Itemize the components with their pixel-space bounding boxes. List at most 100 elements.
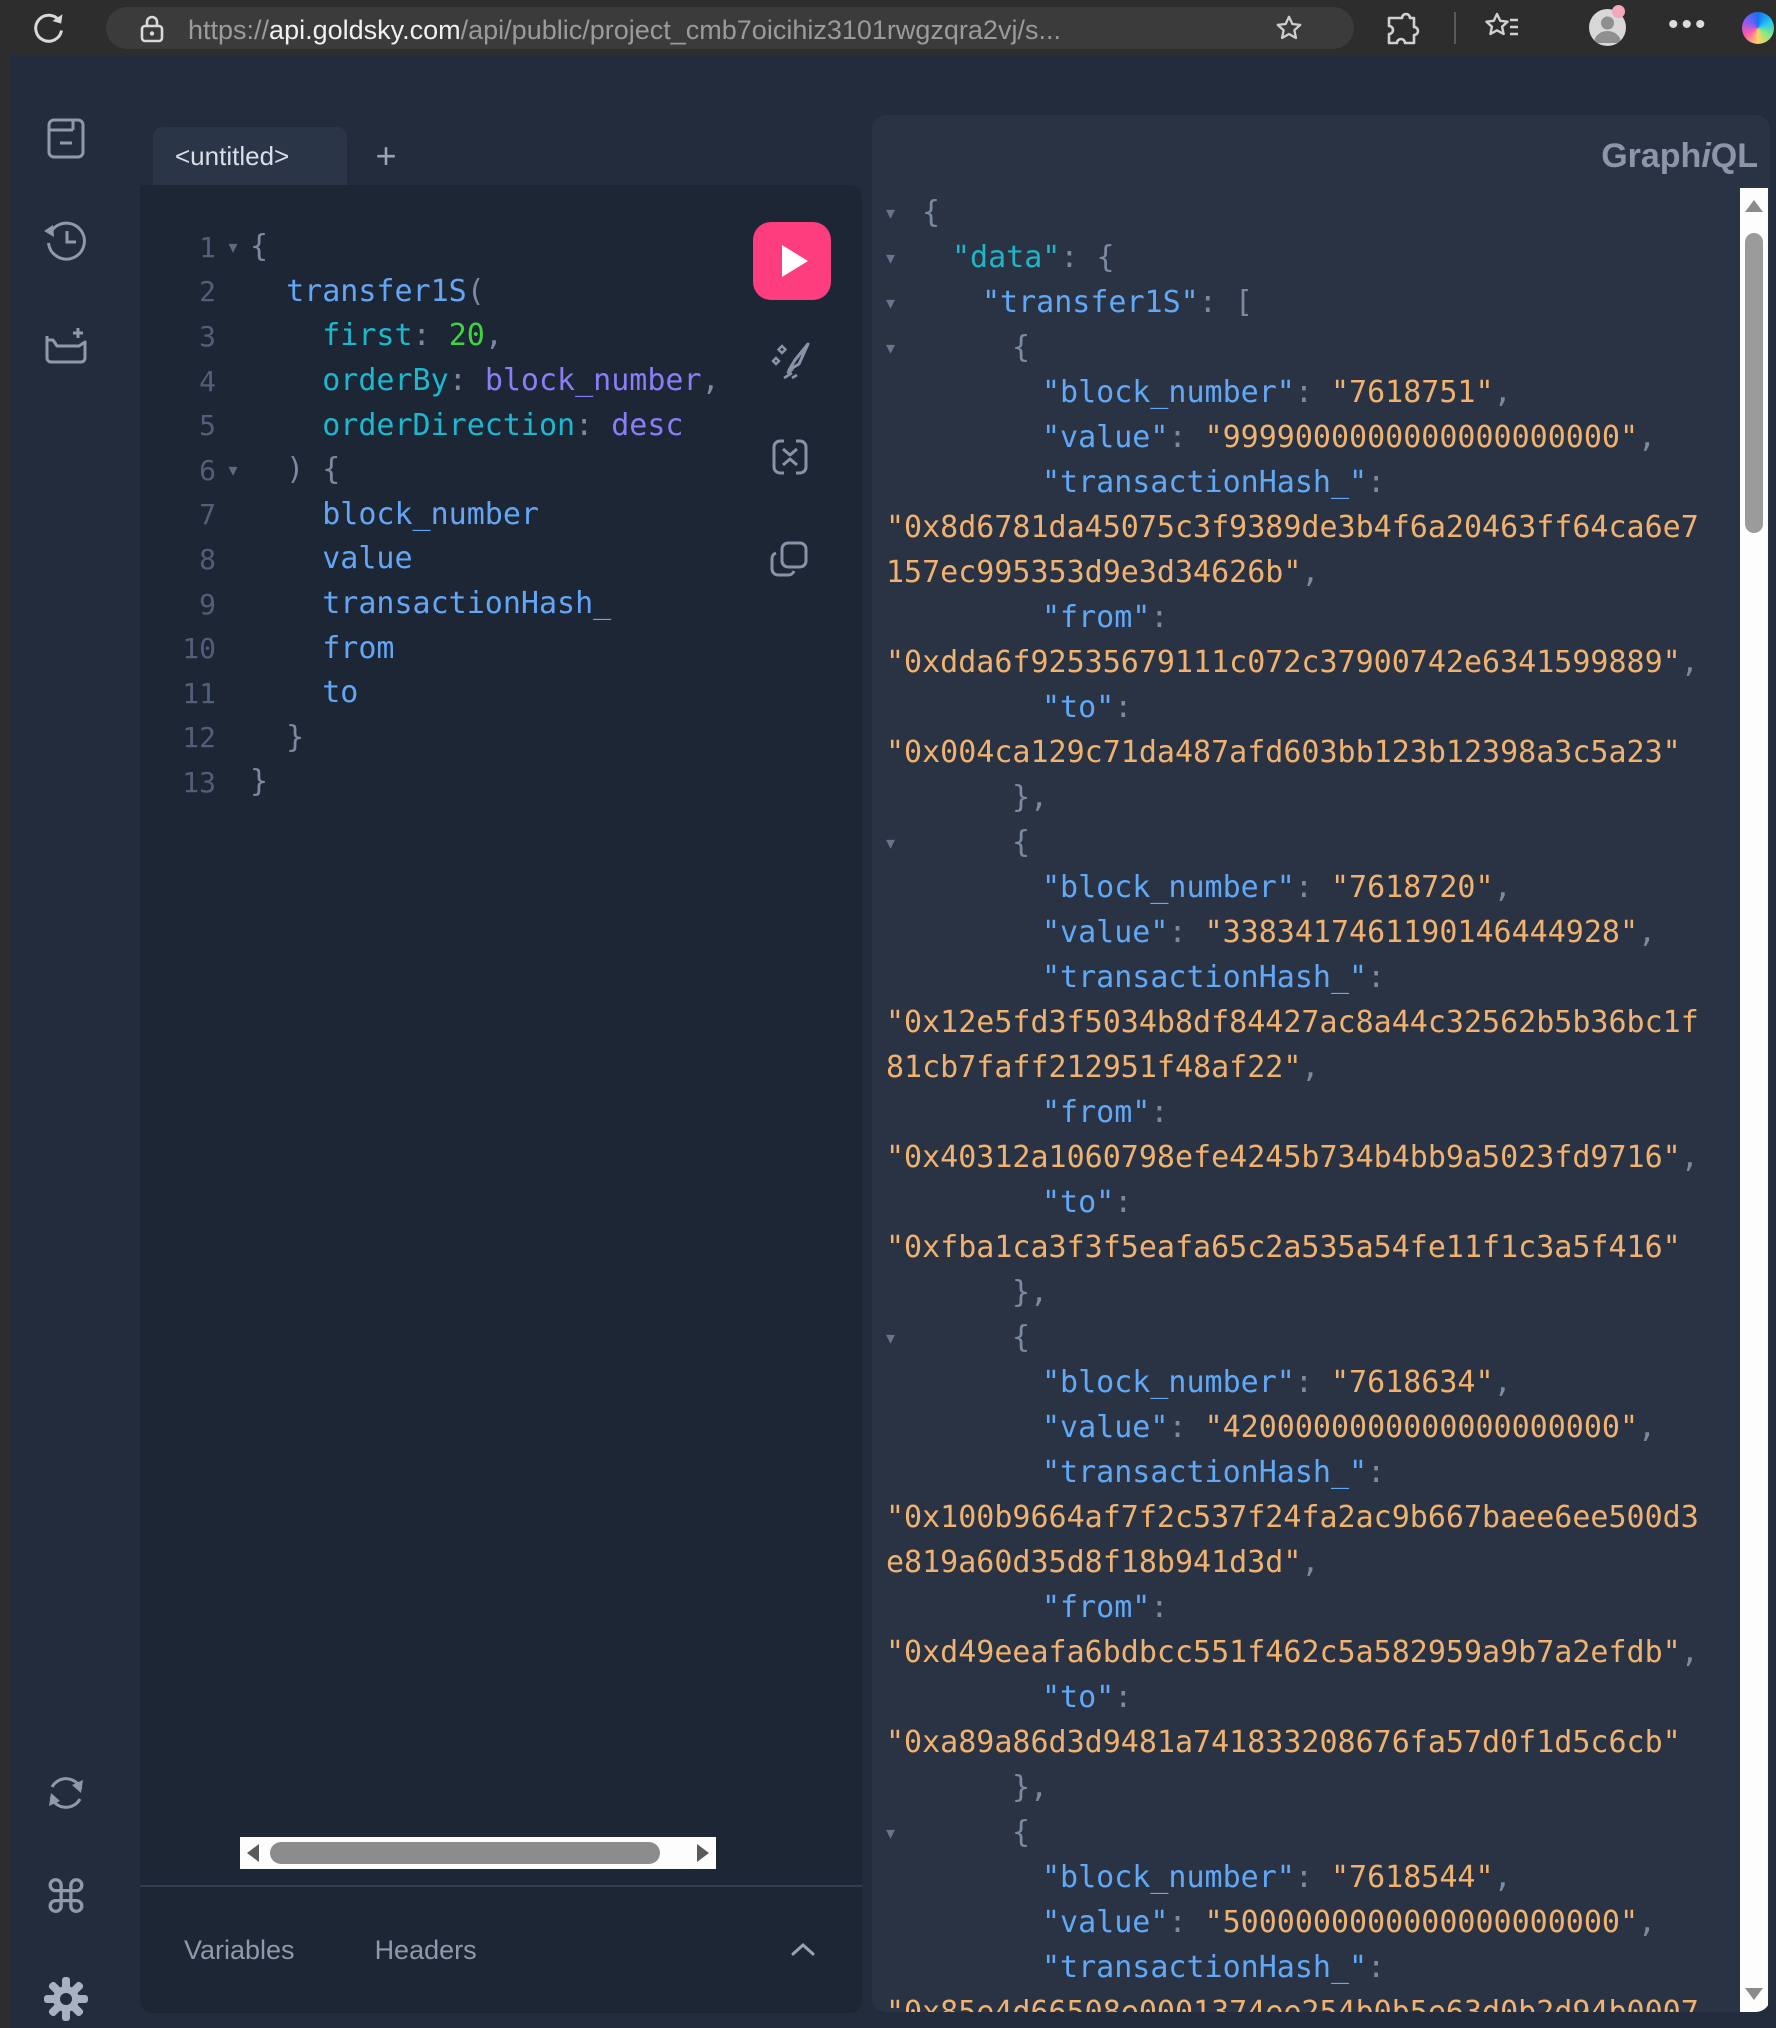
response-row: 157ec995353d9e3d34626b", [872, 550, 1732, 595]
history-icon[interactable] [41, 216, 91, 266]
refetch-schema-icon[interactable] [41, 1768, 91, 1818]
query-editor-lines[interactable]: 1▾{2 transfer1S(3 first: 20,4 orderBy: b… [140, 225, 740, 805]
code-line[interactable]: 7 block_number [140, 493, 740, 538]
url-text: https://api.goldsky.com/api/public/proje… [188, 15, 1061, 46]
response-row: "transactionHash_": [872, 1945, 1732, 1990]
favorites-icon[interactable] [1482, 10, 1522, 48]
code-line[interactable]: 11 to [140, 671, 740, 716]
profile-badge [1612, 5, 1625, 18]
response-pane: GraphiQL ▾{▾"data": {▾"transfer1S": [▾{"… [872, 115, 1770, 2012]
response-row: "0x85e4d66508e0001374ee254b0b5e63d0b2d94… [872, 1990, 1732, 2012]
response-row: "0x8d6781da45075c3f9389de3b4f6a20463ff64… [872, 505, 1732, 550]
docs-icon[interactable] [41, 113, 91, 163]
response-row: "0xd49eeafa6bdbcc551f462c5a582959a9b7a2e… [872, 1630, 1732, 1675]
response-row: "from": [872, 595, 1732, 640]
response-row: }, [872, 1765, 1732, 1810]
prettify-icon[interactable] [768, 336, 816, 384]
line-number: 10 [140, 632, 216, 665]
fold-arrow-icon[interactable]: ▾ [216, 237, 250, 258]
tab-untitled[interactable]: <untitled> [153, 127, 347, 185]
fold-arrow-icon[interactable]: ▾ [216, 460, 250, 481]
response-row: "to": [872, 1180, 1732, 1225]
extensions-icon[interactable] [1384, 10, 1422, 48]
graphiql-logo: GraphiQL [1601, 137, 1758, 176]
response-row: ▾{ [872, 1810, 1732, 1855]
code-line[interactable]: 9 transactionHash_ [140, 582, 740, 627]
line-number: 3 [140, 320, 216, 353]
address-bar[interactable]: https://api.goldsky.com/api/public/proje… [106, 7, 1354, 49]
response-row: "block_number": "7618751", [872, 370, 1732, 415]
tab-headers[interactable]: Headers [375, 1935, 477, 1966]
execute-query-button[interactable] [753, 222, 831, 300]
scroll-right-arrow[interactable] [697, 1844, 709, 1862]
response-row: "value": "9999000000000000000000", [872, 415, 1732, 460]
response-row: "from": [872, 1090, 1732, 1135]
keyboard-shortcuts-icon[interactable]: ⌘ [43, 1870, 89, 1924]
fold-arrow-icon[interactable]: ▾ [886, 1824, 895, 1842]
line-number: 7 [140, 498, 216, 531]
response-row: ▾"transfer1S": [ [872, 280, 1732, 325]
settings-gear-icon[interactable] [41, 1974, 91, 2024]
copilot-icon[interactable] [1742, 12, 1774, 44]
fold-arrow-icon[interactable]: ▾ [886, 204, 895, 222]
response-row: "transactionHash_": [872, 1450, 1732, 1495]
line-number: 1 [140, 231, 216, 264]
line-number: 13 [140, 766, 216, 799]
response-row: ▾{ [872, 325, 1732, 370]
code-line[interactable]: 5 orderDirection: desc [140, 403, 740, 448]
fold-arrow-icon[interactable]: ▾ [886, 339, 895, 357]
response-scrollbar[interactable] [1740, 188, 1768, 2012]
tab-title: <untitled> [175, 141, 289, 172]
response-row: ▾{ [872, 190, 1732, 235]
response-row: "from": [872, 1585, 1732, 1630]
response-row: "0xdda6f92535679111c072c37900742e6341599… [872, 640, 1732, 685]
fold-arrow-icon[interactable]: ▾ [886, 249, 895, 267]
query-editor-pane[interactable]: 1▾{2 transfer1S(3 first: 20,4 orderBy: b… [140, 185, 862, 2013]
folder-plus-icon[interactable] [41, 321, 91, 371]
line-number: 12 [140, 721, 216, 754]
code-line[interactable]: 4 orderBy: block_number, [140, 359, 740, 404]
code-line[interactable]: 13} [140, 760, 740, 805]
response-row: "block_number": "7618720", [872, 865, 1732, 910]
bookmark-star-icon[interactable] [1274, 13, 1304, 43]
merge-fragments-icon[interactable] [766, 433, 814, 481]
tab-variables[interactable]: Variables [184, 1935, 295, 1966]
response-row: "0xa89a86d3d9481a741833208676fa57d0f1d5c… [872, 1720, 1732, 1765]
collapse-chevron-icon[interactable] [788, 1940, 818, 1960]
reload-icon[interactable] [30, 10, 66, 46]
more-menu-icon[interactable]: ••• [1668, 8, 1709, 42]
response-row: "transactionHash_": [872, 955, 1732, 1000]
editor-footer: Variables Headers [140, 1885, 862, 2013]
response-row: "to": [872, 685, 1732, 730]
play-icon [782, 245, 808, 277]
response-row: ▾{ [872, 820, 1732, 865]
code-line[interactable]: 2 transfer1S( [140, 270, 740, 315]
toolbar-divider [1454, 12, 1456, 44]
copy-query-icon[interactable] [766, 535, 814, 583]
scroll-thumb[interactable] [270, 1842, 660, 1864]
code-line[interactable]: 6▾ ) { [140, 448, 740, 493]
code-line[interactable]: 12 } [140, 716, 740, 761]
line-number: 2 [140, 275, 216, 308]
fold-arrow-icon[interactable]: ▾ [886, 1329, 895, 1347]
editor-h-scrollbar[interactable] [240, 1837, 716, 1869]
scroll-left-arrow[interactable] [247, 1844, 259, 1862]
code-line[interactable]: 1▾{ [140, 225, 740, 270]
response-row: ▾{ [872, 1315, 1732, 1360]
scroll-down-arrow[interactable] [1745, 1988, 1763, 2000]
fold-arrow-icon[interactable]: ▾ [886, 834, 895, 852]
code-line[interactable]: 3 first: 20, [140, 314, 740, 359]
scroll-up-arrow[interactable] [1745, 200, 1763, 212]
scroll-thumb[interactable] [1745, 233, 1763, 533]
response-row: e819a60d35d8f18b941d3d", [872, 1540, 1732, 1585]
response-row: "0x40312a1060798efe4245b734b4bb9a5023fd9… [872, 1135, 1732, 1180]
response-row: "0xfba1ca3f3f5eafa65c2a535a54fe11f1c3a5f… [872, 1225, 1732, 1270]
line-number: 4 [140, 365, 216, 398]
fold-arrow-icon[interactable]: ▾ [886, 294, 895, 312]
code-line[interactable]: 8 value [140, 537, 740, 582]
line-number: 9 [140, 588, 216, 621]
response-row: ▾"data": { [872, 235, 1732, 280]
code-line[interactable]: 10 from [140, 626, 740, 671]
add-tab-button[interactable]: + [366, 136, 406, 176]
line-number: 8 [140, 543, 216, 576]
